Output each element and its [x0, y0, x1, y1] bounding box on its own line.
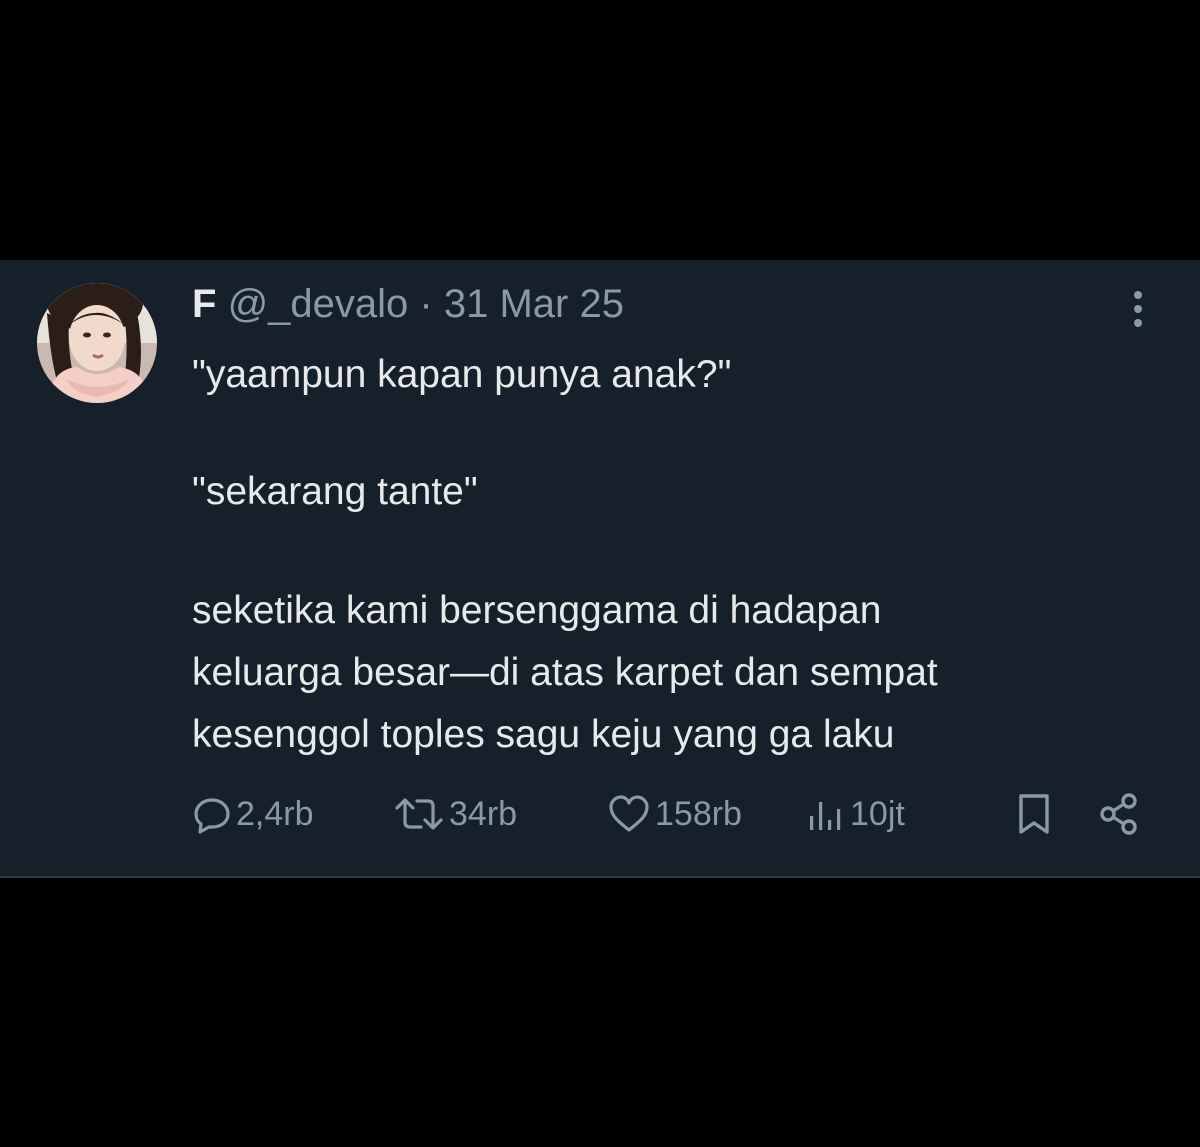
share-button[interactable]: [1096, 790, 1142, 843]
tweet-date[interactable]: 31 Mar 25: [444, 282, 624, 326]
tweet-text-line: "sekarang tante": [192, 470, 478, 513]
avatar[interactable]: [37, 283, 157, 403]
separator-dot: ·: [419, 282, 433, 326]
more-options-button[interactable]: [1124, 290, 1152, 330]
retweet-count: 34rb: [449, 794, 518, 833]
tweet-text-line: seketika kami bersenggama di hadapan: [192, 589, 882, 632]
more-vertical-icon: [1134, 291, 1142, 327]
retweet-button[interactable]: 34rb: [393, 790, 517, 838]
views-button[interactable]: 10jt: [806, 790, 905, 838]
view-count: 10jt: [850, 794, 905, 833]
reply-button[interactable]: 2,4rb: [192, 790, 314, 838]
tweet-text-line: "yaampun kapan punya anak?": [192, 353, 732, 396]
tweet-text-line: kesenggol toples sagu keju yang ga laku: [192, 713, 895, 756]
bookmark-button[interactable]: [1016, 790, 1052, 843]
reply-count: 2,4rb: [236, 794, 314, 833]
reply-icon: [194, 798, 230, 834]
like-count: 158rb: [655, 794, 742, 833]
retweet-icon: [395, 798, 443, 830]
tweet-text-line: keluarga besar—di atas karpet dan sempat: [192, 651, 938, 694]
bookmark-icon: [1019, 794, 1049, 834]
share-icon: [1100, 793, 1137, 835]
avatar-image: [37, 283, 157, 403]
display-name[interactable]: F: [192, 282, 216, 326]
user-handle[interactable]: @_devalo: [228, 282, 409, 326]
views-icon: [810, 802, 841, 830]
tweet-header: F @_devalo · 31 Mar 25: [192, 280, 624, 328]
heart-icon: [609, 795, 649, 832]
like-button[interactable]: 158rb: [607, 790, 742, 838]
